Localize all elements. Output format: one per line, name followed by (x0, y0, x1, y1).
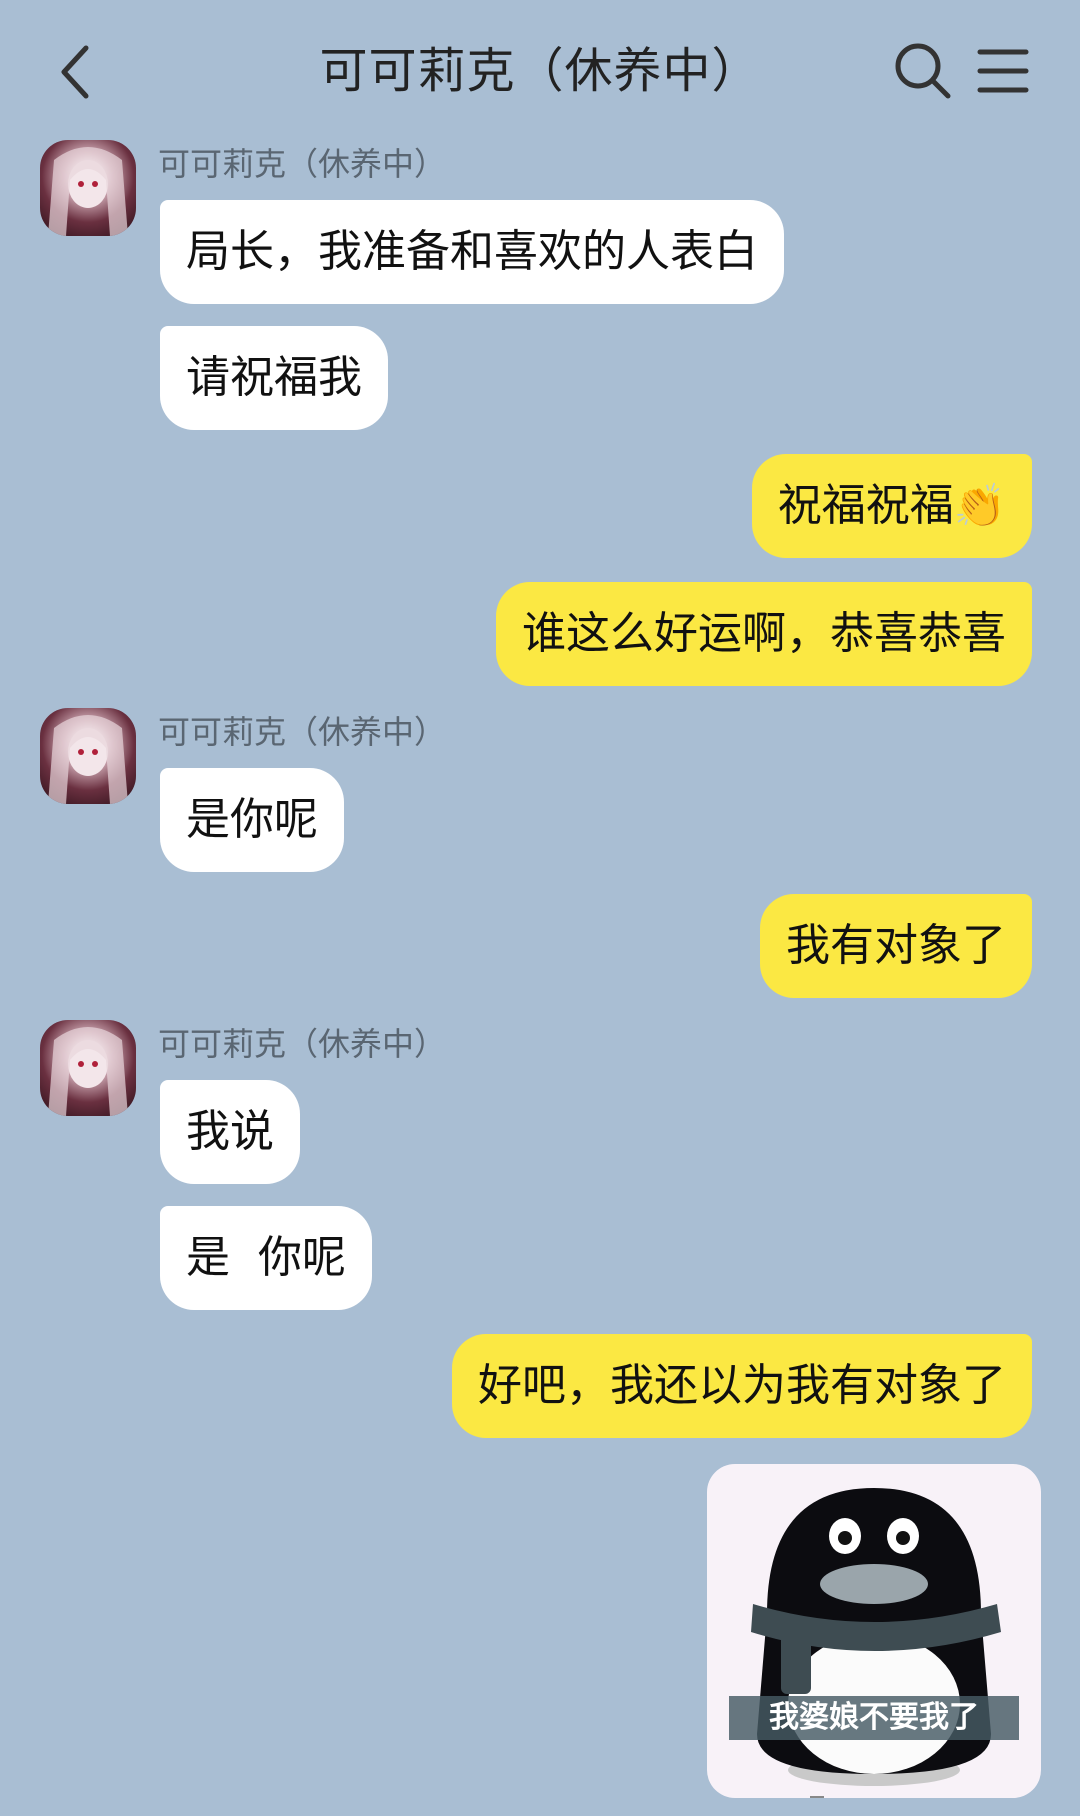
back-button[interactable] (52, 36, 112, 106)
sender-name: 可可莉克（休养中） (158, 713, 447, 751)
message-bubble-incoming[interactable]: 请祝福我 (160, 326, 388, 430)
chat-title: 可可莉克（休养中） (319, 43, 761, 99)
search-button[interactable] (892, 40, 954, 102)
message-bubble-outgoing[interactable]: 我有对象了 (760, 894, 1032, 998)
chevron-left-icon (61, 45, 89, 99)
contact-avatar-icon (48, 715, 128, 804)
sticker-caption: 我婆娘不要我了 (729, 1696, 1019, 1740)
sender-name: 可可莉克（休养中） (158, 145, 447, 183)
clapping-hands-icon: 👏 (953, 481, 1006, 530)
contact-avatar-icon (48, 147, 128, 236)
message-bubble-outgoing[interactable]: 祝福祝福👏 (751, 454, 1032, 558)
message-bubble-incoming[interactable]: 局长，我准备和喜欢的人表白 (160, 200, 784, 304)
avatar[interactable] (40, 708, 136, 804)
sender-name: 可可莉克（休养中） (158, 1025, 447, 1063)
message-bubble-incoming[interactable]: 我说 (160, 1080, 300, 1184)
penguin-sticker-icon (751, 1488, 1001, 1786)
message-bubble-incoming[interactable]: 是 你呢 (160, 1206, 372, 1310)
home-indicator (810, 1796, 824, 1798)
sticker-image[interactable]: 我婆娘不要我了 (707, 1464, 1041, 1798)
search-icon (895, 43, 951, 99)
chat-header: 可可莉克（休养中） (0, 0, 1080, 140)
menu-icon (977, 49, 1029, 93)
contact-avatar-icon (48, 1027, 128, 1116)
message-bubble-outgoing[interactable]: 谁这么好运啊，恭喜恭喜 (496, 582, 1032, 686)
menu-button[interactable] (972, 40, 1034, 102)
message-bubble-incoming[interactable]: 是你呢 (160, 768, 344, 872)
message-text: 祝福祝福 (777, 480, 954, 531)
avatar[interactable] (40, 1020, 136, 1116)
message-bubble-outgoing[interactable]: 好吧，我还以为我有对象了 (452, 1334, 1032, 1438)
avatar[interactable] (40, 140, 136, 236)
